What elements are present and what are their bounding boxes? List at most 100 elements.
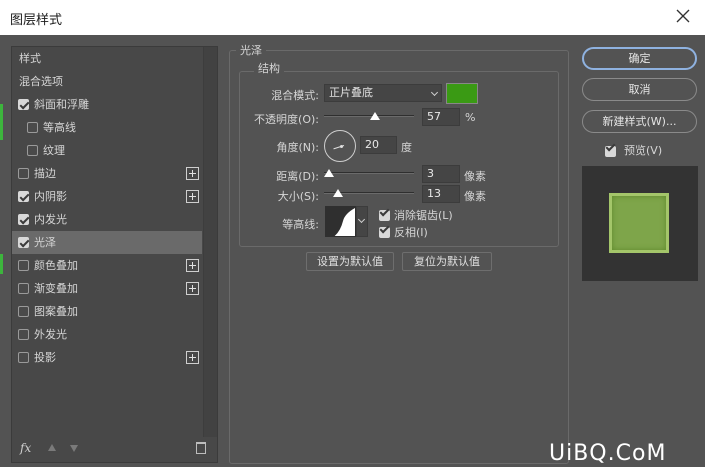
opacity-field[interactable]: 57 <box>422 108 460 126</box>
checkbox-icon[interactable] <box>18 260 29 271</box>
style-preview <box>582 166 698 281</box>
selection-accent-marker <box>0 104 3 140</box>
size-slider-thumb[interactable] <box>333 189 343 197</box>
distance-unit: 像素 <box>464 170 486 183</box>
checkbox-icon[interactable] <box>18 99 29 110</box>
style-item-label: 混合选项 <box>19 75 63 88</box>
blend-mode-label: 混合模式: <box>271 89 319 102</box>
anti-alias-label: 消除锯齿(L) <box>394 209 453 222</box>
blend-mode-value: 正片叠底 <box>329 86 373 99</box>
checkbox-icon[interactable] <box>18 214 29 225</box>
style-item[interactable]: 混合选项 <box>12 70 202 93</box>
cancel-button[interactable]: 取消 <box>582 78 697 101</box>
style-item[interactable]: 等高线 <box>12 116 202 139</box>
move-up-icon[interactable] <box>48 444 56 451</box>
angle-unit: 度 <box>401 141 412 154</box>
style-item[interactable]: 样式 <box>12 47 202 70</box>
style-item-label: 斜面和浮雕 <box>34 98 89 111</box>
add-icon[interactable] <box>186 351 199 364</box>
opacity-slider[interactable] <box>324 115 414 117</box>
trash-icon[interactable] <box>196 442 206 454</box>
style-item[interactable]: 内发光 <box>12 208 202 231</box>
contour-curve-icon <box>326 207 355 236</box>
ok-button[interactable]: 确定 <box>582 47 697 70</box>
angle-label: 角度(N): <box>276 141 319 154</box>
add-icon[interactable] <box>186 167 199 180</box>
style-item[interactable]: 颜色叠加 <box>12 254 202 277</box>
style-item-label: 图案叠加 <box>34 305 78 318</box>
checkbox-icon <box>605 145 616 157</box>
style-item[interactable]: 描边 <box>12 162 202 185</box>
size-unit: 像素 <box>464 190 486 203</box>
set-default-button[interactable]: 设置为默认值 <box>306 252 394 271</box>
style-list-scrollbar[interactable] <box>203 47 217 437</box>
style-list-panel: 样式混合选项斜面和浮雕等高线纹理描边内阴影内发光光泽颜色叠加渐变叠加图案叠加外发… <box>11 46 218 463</box>
reset-default-button[interactable]: 复位为默认值 <box>402 252 492 271</box>
angle-dial[interactable] <box>324 130 356 162</box>
style-item-label: 渐变叠加 <box>34 282 78 295</box>
angle-field[interactable]: 20 <box>360 136 397 154</box>
chevron-down-icon <box>430 88 439 97</box>
checkbox-icon[interactable] <box>18 191 29 202</box>
checkbox-icon[interactable] <box>18 168 29 179</box>
style-item[interactable]: 纹理 <box>12 139 202 162</box>
window-title: 图层样式 <box>10 13 63 28</box>
new-style-button[interactable]: 新建样式(W)... <box>582 110 697 133</box>
preview-checkbox[interactable]: 预览(V) <box>605 142 662 158</box>
style-item[interactable]: 外发光 <box>12 323 202 346</box>
opacity-slider-thumb[interactable] <box>370 112 381 120</box>
style-item[interactable]: 投影 <box>12 346 202 369</box>
preview-label: 预览(V) <box>624 144 663 157</box>
distance-slider-thumb[interactable] <box>324 169 334 177</box>
distance-field[interactable]: 3 <box>422 165 460 183</box>
style-item[interactable]: 图案叠加 <box>12 300 202 323</box>
style-list: 样式混合选项斜面和浮雕等高线纹理描边内阴影内发光光泽颜色叠加渐变叠加图案叠加外发… <box>12 47 202 369</box>
checkbox-icon[interactable] <box>18 352 29 363</box>
structure-group-title: 结构 <box>254 60 284 76</box>
style-item-label: 描边 <box>34 167 56 180</box>
checkbox-icon[interactable] <box>27 145 38 156</box>
size-field[interactable]: 13 <box>422 185 460 203</box>
blend-mode-select[interactable]: 正片叠底 <box>324 84 442 102</box>
add-icon[interactable] <box>186 282 199 295</box>
style-item-label: 投影 <box>34 351 56 364</box>
color-swatch[interactable] <box>446 83 478 104</box>
style-item-label: 内发光 <box>34 213 67 226</box>
style-item[interactable]: 内阴影 <box>12 185 202 208</box>
style-item-label: 外发光 <box>34 328 67 341</box>
invert-label: 反相(I) <box>394 226 428 239</box>
checkbox-icon[interactable] <box>18 306 29 317</box>
style-item-label: 纹理 <box>43 144 65 157</box>
move-down-icon[interactable] <box>70 445 78 452</box>
checkbox-icon[interactable] <box>27 122 38 133</box>
checkbox-icon[interactable] <box>18 237 29 248</box>
style-item-label: 样式 <box>19 52 41 65</box>
selection-accent-marker <box>0 254 3 274</box>
style-item[interactable]: 斜面和浮雕 <box>12 93 202 116</box>
checkbox-icon <box>379 209 390 221</box>
opacity-label: 不透明度(O): <box>254 113 319 126</box>
distance-label: 距离(D): <box>276 170 319 183</box>
checkbox-icon[interactable] <box>18 329 29 340</box>
style-item[interactable]: 光泽 <box>12 231 202 254</box>
style-item-label: 光泽 <box>34 236 56 249</box>
style-item-label: 等高线 <box>43 121 76 134</box>
add-icon[interactable] <box>186 190 199 203</box>
chevron-down-icon <box>357 215 366 224</box>
close-icon[interactable] <box>673 6 693 26</box>
distance-slider[interactable] <box>324 172 414 174</box>
contour-label: 等高线: <box>282 218 319 231</box>
contour-preview[interactable] <box>325 206 356 237</box>
contour-dropdown[interactable] <box>356 206 368 237</box>
invert-checkbox[interactable]: 反相(I) <box>379 224 428 240</box>
size-label: 大小(S): <box>277 190 319 203</box>
anti-alias-checkbox[interactable]: 消除锯齿(L) <box>379 207 453 223</box>
checkbox-icon[interactable] <box>18 283 29 294</box>
style-item-label: 颜色叠加 <box>34 259 78 272</box>
title-bar: 图层样式 <box>0 0 705 35</box>
fx-icon[interactable]: fx <box>20 441 31 455</box>
checkbox-icon <box>379 226 390 238</box>
style-item[interactable]: 渐变叠加 <box>12 277 202 300</box>
add-icon[interactable] <box>186 259 199 272</box>
satin-group-title: 光泽 <box>236 42 266 58</box>
